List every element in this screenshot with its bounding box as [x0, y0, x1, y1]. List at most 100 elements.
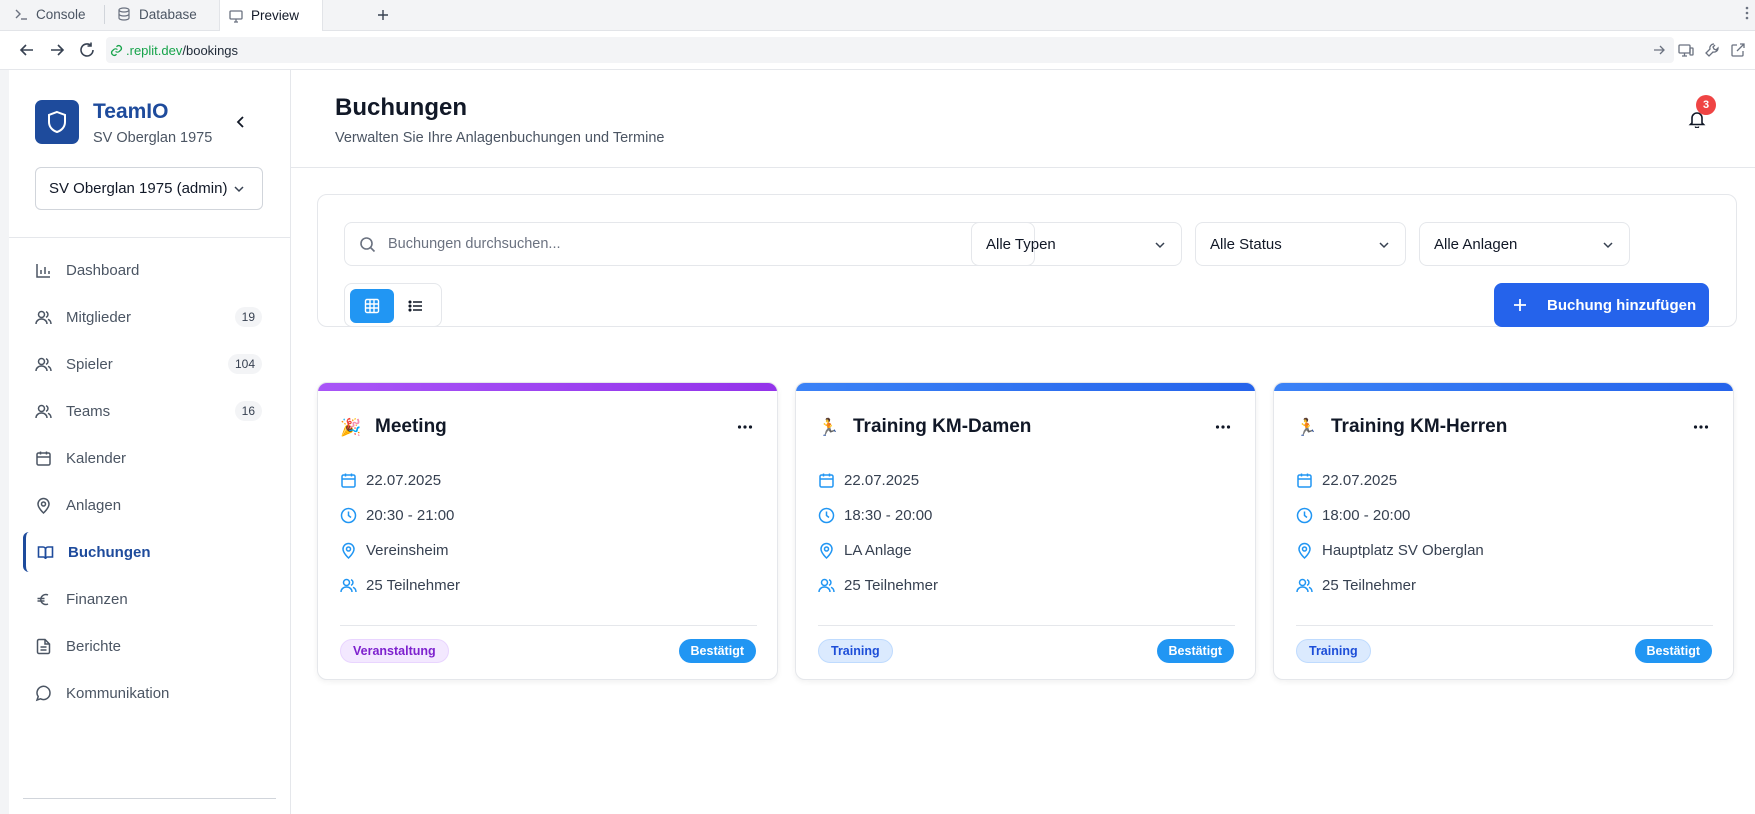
- booking-title: Training KM-Damen: [853, 416, 1032, 437]
- link-icon: [110, 44, 123, 57]
- booking-participants-row: 25 Teilnehmer: [1296, 577, 1416, 594]
- card-divider: [340, 625, 757, 626]
- clock-icon: [340, 507, 357, 524]
- sidebar-item-kalender[interactable]: Kalender: [23, 438, 276, 478]
- booking-time-row: 18:00 - 20:00: [1296, 507, 1410, 524]
- count-badge: 19: [234, 307, 262, 327]
- add-booking-label: Buchung hinzufügen: [1547, 296, 1697, 314]
- tab-label: Console: [36, 6, 86, 22]
- chevron-left-icon[interactable]: [233, 114, 249, 130]
- booking-participants: 25 Teilnehmer: [1322, 577, 1416, 594]
- club-select-value: SV Oberglan 1975 (admin): [49, 180, 228, 197]
- sidebar-item-buchungen[interactable]: Buchungen: [23, 532, 276, 572]
- booking-location-row: Vereinsheim: [340, 542, 449, 559]
- main-content: Buchungen Verwalten Sie Ihre Anlagenbuch…: [291, 70, 1755, 814]
- count-badge: 104: [227, 354, 262, 374]
- forward-arrow-icon[interactable]: [48, 41, 66, 59]
- chevron-down-icon: [1153, 238, 1167, 252]
- card-color-bar: [1274, 383, 1733, 391]
- booking-participants-row: 25 Teilnehmer: [818, 577, 938, 594]
- search-input[interactable]: [388, 236, 1008, 252]
- bar-chart-icon: [35, 262, 52, 279]
- calendar-icon: [1296, 472, 1313, 489]
- arrow-right-icon[interactable]: [1652, 43, 1666, 57]
- page-subtitle: Verwalten Sie Ihre Anlagenbuchungen und …: [335, 130, 665, 146]
- booking-location: LA Anlage: [844, 542, 912, 559]
- add-booking-button[interactable]: Buchung hinzufügen: [1494, 283, 1709, 327]
- sidebar-item-dashboard[interactable]: Dashboard: [23, 250, 276, 290]
- grid-icon: [364, 298, 380, 314]
- more-horizontal-icon[interactable]: [737, 424, 753, 430]
- clock-icon: [1296, 507, 1313, 524]
- type-select[interactable]: Alle Typen: [971, 222, 1182, 266]
- list-icon: [408, 298, 424, 314]
- booking-date: 22.07.2025: [366, 472, 442, 489]
- users-icon: [818, 577, 835, 594]
- chevron-down-icon: [232, 182, 246, 196]
- booking-date: 22.07.2025: [1322, 472, 1398, 489]
- sidebar-item-berichte[interactable]: Berichte: [23, 626, 276, 666]
- sidebar-item-label: Buchungen: [68, 543, 151, 561]
- sidebar-item-kommunikation[interactable]: Kommunikation: [23, 673, 276, 713]
- sidebar-item-finanzen[interactable]: Finanzen: [23, 579, 276, 619]
- users-icon: [35, 403, 52, 420]
- reload-icon[interactable]: [78, 41, 96, 59]
- map-pin-icon: [818, 542, 835, 559]
- sidebar-item-spieler[interactable]: Spieler 104: [23, 344, 276, 384]
- booking-card[interactable]: 🏃 Training KM-Damen 22.07.2025 18:30 - 2…: [795, 382, 1256, 680]
- booking-location: Hauptplatz SV Oberglan: [1322, 542, 1484, 559]
- view-toggle: [344, 283, 442, 327]
- card-divider: [818, 625, 1235, 626]
- brand-name: TeamIO: [93, 100, 169, 123]
- booking-location-row: Hauptplatz SV Oberglan: [1296, 542, 1484, 559]
- booking-card[interactable]: 🏃 Training KM-Herren 22.07.2025 18:00 - …: [1273, 382, 1734, 680]
- devices-icon[interactable]: [1678, 42, 1694, 58]
- map-pin-icon: [35, 497, 52, 514]
- tab-database[interactable]: Database: [117, 0, 197, 28]
- card-color-bar: [318, 383, 777, 391]
- search-box[interactable]: [344, 222, 1035, 266]
- calendar-icon: [340, 472, 357, 489]
- calendar-icon: [818, 472, 835, 489]
- more-horizontal-icon[interactable]: [1693, 424, 1709, 430]
- booking-title: Meeting: [375, 416, 447, 437]
- map-pin-icon: [1296, 542, 1313, 559]
- browser-url-bar: .replit.dev/bookings: [0, 31, 1755, 70]
- booking-card[interactable]: 🎉 Meeting 22.07.2025 20:30 - 21:00 Verei…: [317, 382, 778, 680]
- back-arrow-icon[interactable]: [18, 41, 36, 59]
- book-open-icon: [37, 544, 54, 561]
- club-select[interactable]: SV Oberglan 1975 (admin): [35, 167, 263, 210]
- sidebar-item-teams[interactable]: Teams 16: [23, 391, 276, 431]
- address-bar[interactable]: .replit.dev/bookings: [106, 37, 1674, 63]
- status-select[interactable]: Alle Status: [1195, 222, 1406, 266]
- sidebar-item-mitglieder[interactable]: Mitglieder 19: [23, 297, 276, 337]
- type-badge: Training: [818, 639, 893, 663]
- booking-date-row: 22.07.2025: [340, 472, 441, 489]
- sidebar-item-label: Spieler: [66, 355, 113, 373]
- tab-preview[interactable]: Preview: [219, 0, 323, 31]
- message-icon: [35, 685, 52, 702]
- sidebar-item-label: Kalender: [66, 449, 127, 467]
- type-badge: Veranstaltung: [340, 639, 449, 663]
- status-select-value: Alle Status: [1210, 235, 1282, 253]
- new-tab-button[interactable]: [372, 4, 394, 26]
- list-view-button[interactable]: [394, 289, 438, 323]
- runner-emoji-icon: 🏃: [1296, 418, 1318, 437]
- sidebar-item-label: Anlagen: [66, 496, 122, 514]
- kebab-menu-icon[interactable]: [1745, 5, 1749, 21]
- booking-date: 22.07.2025: [844, 472, 920, 489]
- external-link-icon[interactable]: [1730, 42, 1746, 58]
- booking-participants-row: 25 Teilnehmer: [340, 577, 460, 594]
- status-badge: Bestätigt: [1634, 639, 1712, 663]
- sidebar-item-anlagen[interactable]: Anlagen: [23, 485, 276, 525]
- page-title: Buchungen: [335, 94, 467, 121]
- more-horizontal-icon[interactable]: [1215, 424, 1231, 430]
- sidebar-item-label: Kommunikation: [66, 684, 170, 702]
- grid-view-button[interactable]: [350, 289, 394, 323]
- sidebar-item-label: Teams: [66, 402, 111, 420]
- facility-select[interactable]: Alle Anlagen: [1419, 222, 1630, 266]
- tab-console[interactable]: Console: [14, 0, 86, 28]
- wrench-icon[interactable]: [1704, 42, 1720, 58]
- booking-time: 20:30 - 21:00: [366, 507, 455, 524]
- runner-emoji-icon: 🏃: [818, 418, 840, 437]
